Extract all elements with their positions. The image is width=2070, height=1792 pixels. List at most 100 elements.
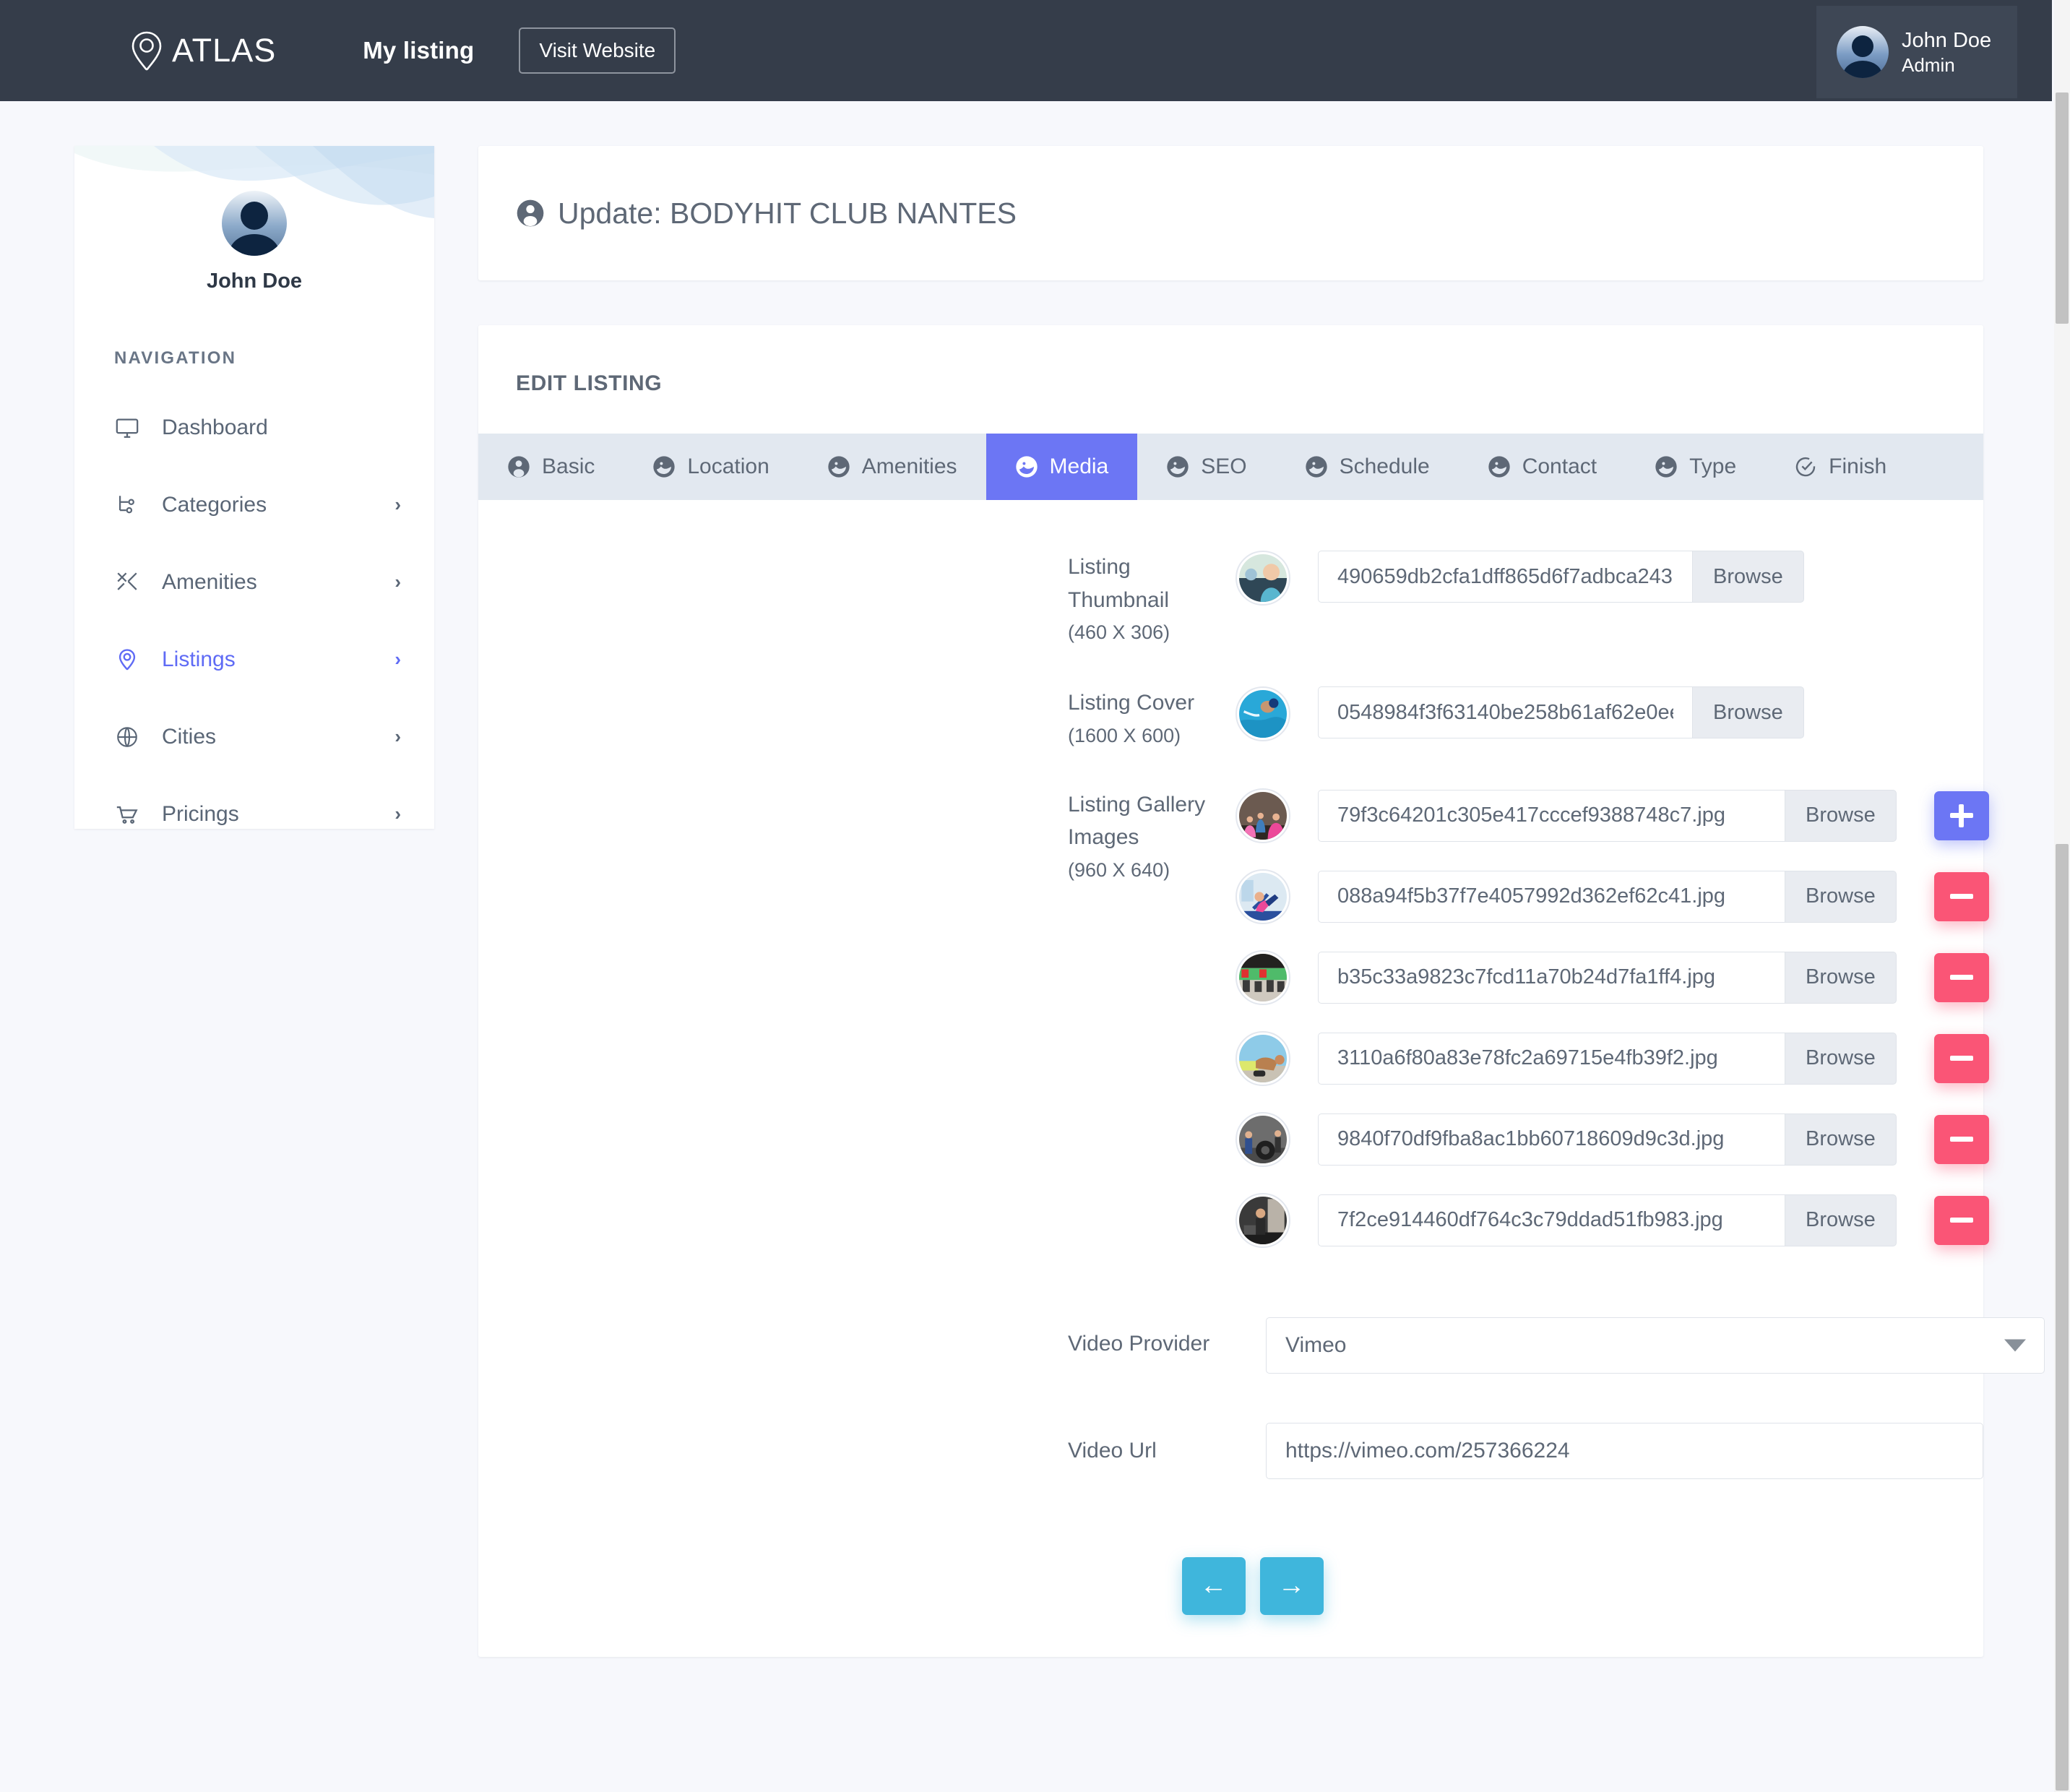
sidebar-item-pricings[interactable]: Pricings › (74, 775, 434, 829)
previous-step-button[interactable]: ← (1181, 1556, 1246, 1615)
remove-gallery-image-button[interactable] (1933, 1195, 1989, 1245)
remove-gallery-image-button[interactable] (1933, 871, 1989, 921)
wizard-tabs: Basic Location Amenities Media SEO Sched… (478, 434, 1983, 500)
remove-gallery-image-button[interactable] (1933, 952, 1989, 1002)
sidebar-nav-list: Dashboard Categories › Amenities › Listi… (74, 389, 434, 829)
listing-thumbnail-filename-input[interactable] (1318, 551, 1692, 603)
gallery-input-group: Browse (1318, 1194, 1897, 1246)
edit-listing-heading: EDIT LISTING (516, 371, 663, 395)
remove-gallery-image-button[interactable] (1933, 1033, 1989, 1083)
sidebar-profile (74, 146, 434, 259)
chevron-right-icon: › (394, 803, 401, 824)
gallery-browse-button[interactable]: Browse (1785, 870, 1897, 923)
dimension-hint: (960 X 640) (1068, 859, 1170, 882)
gallery-filename-input[interactable] (1318, 1113, 1785, 1166)
listing-cover-browse-button[interactable]: Browse (1692, 686, 1804, 739)
scrollbar-thumb[interactable] (2056, 92, 2069, 324)
gallery-browse-button[interactable]: Browse (1785, 1194, 1897, 1246)
sidebar-item-categories[interactable]: Categories › (74, 466, 434, 543)
listing-thumbnail-row: Listing Thumbnail (460 X 306) 490659db2c… (478, 551, 1983, 647)
face-icon (653, 456, 676, 478)
add-gallery-image-button[interactable] (1933, 791, 1989, 840)
gallery-filename-input[interactable] (1318, 1032, 1785, 1085)
listing-thumbnail-browse-button[interactable]: Browse (1692, 551, 1804, 603)
gallery-item: Browse (1235, 1030, 1989, 1086)
video-provider-select[interactable]: Vimeo (1266, 1317, 2045, 1374)
user-menu[interactable]: John Doe Admin (1816, 6, 2017, 98)
tab-basic[interactable]: Basic (478, 434, 624, 500)
video-provider-row: Video Provider Vimeo (478, 1317, 2045, 1374)
media-form: Listing Thumbnail (460 X 306) 490659db2c… (478, 500, 2045, 1615)
tab-label: Basic (542, 455, 595, 478)
gallery-image (1239, 1034, 1287, 1082)
listing-cover-filename-input[interactable] (1318, 686, 1692, 739)
gallery-list: Browse (1235, 788, 1989, 1248)
gallery-image (1239, 791, 1287, 840)
visit-website-button[interactable]: Visit Website (519, 27, 676, 74)
sidebar-item-label: Cities (162, 724, 217, 749)
gallery-filename-input[interactable] (1318, 951, 1785, 1004)
arrow-left-icon: ← (1199, 1570, 1228, 1601)
gallery-input-group: Browse (1318, 951, 1897, 1004)
gallery-browse-button[interactable]: Browse (1785, 1113, 1897, 1166)
page-title-card: Update: BODYHIT CLUB NANTES (478, 146, 1983, 280)
gallery-input-group: Browse (1318, 1113, 1897, 1166)
arrow-right-icon: → (1277, 1570, 1306, 1601)
gallery-image (1239, 872, 1287, 921)
gallery-item: Browse (1235, 1192, 1989, 1248)
minus-icon (1949, 1056, 1973, 1061)
dimension-hint: (1600 X 600) (1068, 724, 1181, 746)
face-icon (828, 456, 850, 478)
chevron-right-icon: › (394, 571, 401, 593)
sidebar-item-label: Categories (162, 492, 267, 517)
listing-cover-label: Listing Cover (1600 X 600) (1068, 686, 1235, 751)
brand-logo-group[interactable]: ATLAS (130, 30, 276, 71)
sidebar-item-cities[interactable]: Cities › (74, 698, 434, 775)
label-text: Video Provider (1068, 1331, 1210, 1356)
next-step-button[interactable]: → (1259, 1556, 1324, 1615)
page-scrollbar[interactable] (2054, 0, 2070, 1792)
gallery-filename-input[interactable] (1318, 789, 1785, 842)
tab-location[interactable]: Location (624, 434, 798, 500)
remove-gallery-image-button[interactable] (1933, 1114, 1989, 1164)
sidebar-item-amenities[interactable]: Amenities › (74, 543, 434, 621)
gallery-browse-button[interactable]: Browse (1785, 789, 1897, 842)
avatar (1837, 26, 1889, 78)
user-name: John Doe (1902, 28, 1992, 52)
tab-seo[interactable]: SEO (1137, 434, 1275, 500)
listing-thumbnail-label: Listing Thumbnail (460 X 306) (1068, 551, 1235, 647)
cart-icon (114, 801, 140, 827)
page-title: Update: BODYHIT CLUB NANTES (516, 197, 1017, 231)
gallery-filename-input[interactable] (1318, 1194, 1785, 1246)
scrollbar-thumb[interactable] (2056, 844, 2069, 1791)
label-text: Video Url (1068, 1439, 1157, 1463)
map-pin-icon (131, 31, 162, 71)
gallery-thumbnail-preview (1235, 1030, 1290, 1086)
label-text: Listing Thumbnail (1068, 555, 1170, 612)
video-url-input[interactable] (1266, 1422, 1983, 1479)
tab-schedule[interactable]: Schedule (1276, 434, 1459, 500)
tab-label: Contact (1522, 455, 1597, 478)
sidebar-item-dashboard[interactable]: Dashboard (74, 389, 434, 466)
gallery-thumbnail-preview (1235, 949, 1290, 1005)
gallery-browse-button[interactable]: Browse (1785, 951, 1897, 1004)
tab-media[interactable]: Media (986, 434, 1138, 500)
gallery-filename-input[interactable] (1318, 870, 1785, 923)
edit-listing-card: EDIT LISTING Basic Location Amenities Me… (478, 325, 2045, 1657)
listing-cover-row: Listing Cover (1600 X 600) 0548984f3f631… (478, 686, 1983, 751)
listing-gallery-row: Listing Gallery Images (960 X 640) 79f3c… (478, 788, 1989, 1248)
video-provider-label: Video Provider (1068, 1317, 1235, 1361)
tab-label: SEO (1201, 455, 1247, 478)
tab-amenities[interactable]: Amenities (798, 434, 986, 500)
gallery-browse-button[interactable]: Browse (1785, 1032, 1897, 1085)
sidebar-item-listings[interactable]: Listings › (74, 621, 434, 698)
listing-thumbnail-preview (1235, 551, 1290, 606)
thumbnail-image (1239, 554, 1287, 602)
tab-contact[interactable]: Contact (1459, 434, 1626, 500)
my-listing-link[interactable]: My listing (363, 37, 474, 64)
chevron-down-icon (2004, 1339, 2026, 1352)
minus-icon (1949, 1218, 1973, 1223)
tab-finish[interactable]: Finish (1765, 434, 1915, 500)
tab-type[interactable]: Type (1626, 434, 1765, 500)
listing-cover-preview (1235, 686, 1290, 742)
